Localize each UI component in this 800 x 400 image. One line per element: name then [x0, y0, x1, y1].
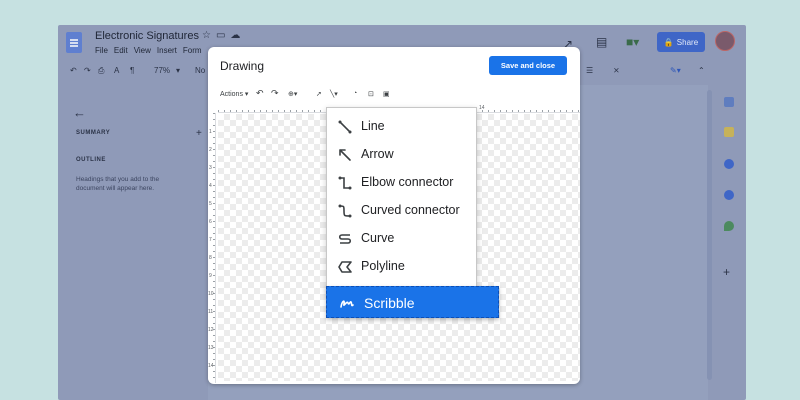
arrow-icon — [339, 149, 351, 161]
menu-item-label: Arrow — [361, 147, 394, 161]
contacts-icon[interactable] — [724, 190, 734, 200]
add-addon-icon[interactable]: + — [723, 265, 730, 279]
keep-icon[interactable] — [724, 127, 734, 137]
star-icon[interactable]: ☆ — [202, 30, 216, 41]
ruler-number: 11 — [208, 309, 214, 315]
ruler-number: 6 — [209, 219, 212, 225]
menu-item-scribble[interactable]: Scribble — [326, 286, 499, 318]
scribble-icon — [340, 300, 354, 308]
menu-item-curved-connector[interactable]: Curved connector — [327, 197, 476, 225]
side-rail: + — [718, 67, 740, 400]
menu-item-elbow-connector[interactable]: Elbow connector — [327, 169, 476, 197]
drawing-toolbar: Actions ▾ ↶ ↷ ⊕▾ ➚ ╲▾ ◔ ⊡ ▣ — [208, 87, 580, 103]
ruler-number: 14 — [208, 363, 214, 369]
ruler-number: 10 — [208, 291, 214, 297]
menu-bar: File Edit View Insert Form — [95, 46, 202, 55]
menu-view[interactable]: View — [134, 46, 151, 55]
spellcheck-icon[interactable]: A — [114, 66, 119, 75]
comment-icon[interactable]: ▤ — [596, 35, 607, 49]
menu-item-arrow[interactable]: Arrow — [327, 141, 476, 169]
zoom-icon[interactable]: ⊕▾ — [288, 90, 297, 98]
style-select[interactable]: No — [195, 66, 205, 75]
ruler-number: 7 — [209, 237, 212, 243]
line-tool-icon[interactable]: ╲▾ — [330, 90, 338, 98]
docs-logo-icon[interactable] — [66, 32, 82, 53]
menu-item-label: Polyline — [361, 259, 405, 273]
editing-mode-icon[interactable]: ✎▾ — [670, 66, 681, 75]
outline-panel: ← SUMMARY + OUTLINE Headings that you ad… — [58, 85, 208, 400]
menu-edit[interactable]: Edit — [114, 46, 128, 55]
curve-icon — [338, 234, 352, 244]
menu-item-polyline[interactable]: Polyline — [327, 253, 476, 281]
cloud-icon[interactable]: ☁ — [230, 30, 245, 41]
ruler-number: 13 — [208, 345, 214, 351]
actions-menu[interactable]: Actions ▾ — [220, 90, 248, 98]
undo-icon[interactable]: ↶ — [256, 88, 264, 99]
ruler-number: 3 — [209, 165, 212, 171]
paint-format-icon[interactable]: ¶ — [130, 66, 134, 75]
maps-icon[interactable] — [724, 221, 734, 231]
polyline-icon — [338, 261, 352, 273]
calendar-icon[interactable] — [724, 97, 734, 107]
clear-format-icon[interactable]: ⨯ — [613, 66, 620, 75]
share-label: Share — [676, 37, 699, 47]
elbow-connector-icon — [338, 176, 352, 190]
ruler-number: 9 — [209, 273, 212, 279]
undo-icon[interactable]: ↶ — [70, 66, 77, 75]
text-box-icon[interactable]: ⊡ — [368, 90, 374, 98]
print-icon[interactable]: ⎙ — [98, 66, 104, 76]
menu-insert[interactable]: Insert — [157, 46, 177, 55]
zoom-chevron-icon: ▾ — [176, 66, 181, 75]
share-button[interactable]: 🔒 Share — [657, 32, 705, 52]
ruler-number: 12 — [208, 327, 214, 333]
menu-item-label: Elbow connector — [361, 175, 454, 189]
menu-item-label: Scribble — [364, 295, 415, 311]
add-summary-icon[interactable]: + — [196, 128, 202, 139]
ruler-number: 1 — [209, 129, 212, 135]
shape-icon[interactable]: ◔ — [353, 90, 357, 97]
menu-item-curve[interactable]: Curve — [327, 225, 476, 253]
ruler-number: 5 — [209, 201, 212, 207]
dialog-title: Drawing — [220, 59, 265, 73]
actions-label: Actions — [220, 91, 243, 98]
avatar[interactable] — [715, 31, 735, 51]
redo-icon[interactable]: ↷ — [84, 66, 91, 75]
redo-icon[interactable]: ↷ — [271, 88, 279, 99]
outline-hint: Headings that you add to the document wi… — [76, 176, 160, 192]
title-icons: ☆▭☁ — [202, 30, 245, 41]
select-icon[interactable]: ➚ — [316, 90, 322, 98]
line-icon — [338, 120, 352, 134]
folder-icon[interactable]: ▭ — [216, 30, 230, 41]
back-arrow-icon[interactable]: ← — [73, 105, 86, 120]
ruler-number: 4 — [209, 183, 212, 189]
menu-item-label: Curved connector — [361, 203, 460, 217]
image-icon[interactable]: ▣ — [383, 90, 390, 98]
menu-item-line[interactable]: Line — [327, 113, 476, 141]
ruler-number: 2 — [209, 147, 212, 153]
lock-icon: 🔒 — [663, 37, 674, 47]
menu-item-label: Line — [361, 119, 385, 133]
summary-label: SUMMARY — [76, 130, 111, 136]
scrollbar[interactable] — [707, 90, 712, 380]
menu-file[interactable]: File — [95, 46, 108, 55]
meet-icon[interactable]: ■▾ — [626, 35, 639, 49]
ruler-top-number: 14 — [479, 105, 485, 111]
ruler-number: 8 — [209, 255, 212, 261]
zoom-select[interactable]: 77% — [154, 66, 170, 75]
save-and-close-button[interactable]: Save and close — [489, 56, 567, 75]
menu-format[interactable]: Form — [183, 46, 202, 55]
tasks-icon[interactable] — [724, 159, 734, 169]
document-title[interactable]: Electronic Signatures — [95, 30, 199, 42]
curved-connector-icon — [338, 204, 352, 218]
ruler-vertical — [208, 113, 216, 383]
line-type-menu: Line Arrow Elbow connector Curved connec… — [326, 107, 477, 291]
list-icon[interactable]: ☰ — [586, 66, 593, 75]
outline-label: OUTLINE — [76, 157, 106, 163]
collapse-icon[interactable]: ⌃ — [698, 66, 705, 75]
menu-item-label: Curve — [361, 231, 395, 245]
